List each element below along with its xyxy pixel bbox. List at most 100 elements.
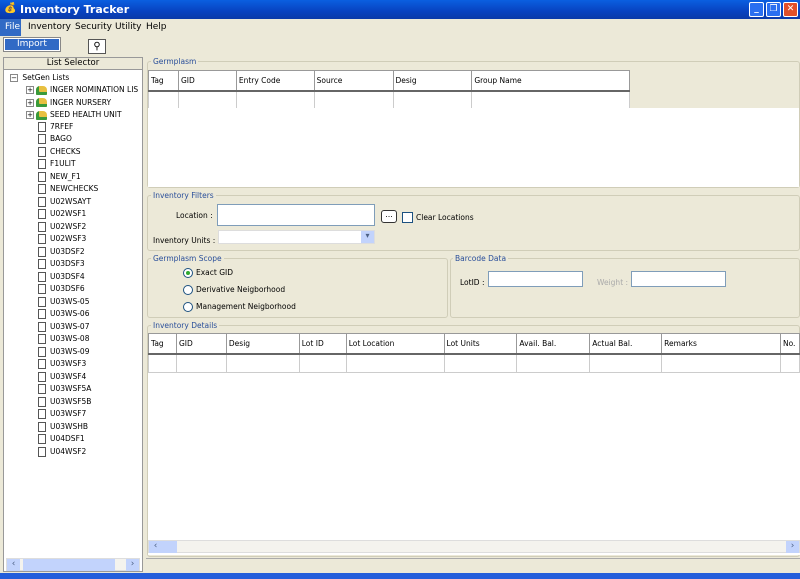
expand-icon[interactable]: +	[26, 98, 34, 107]
menu-inventory[interactable]: Inventory	[28, 22, 71, 32]
column-header[interactable]: Tag	[148, 70, 179, 92]
minimize-button[interactable]: _	[749, 2, 764, 17]
tree-list-item[interactable]: U03DSF3	[38, 259, 85, 269]
tree-list-item[interactable]: U03WS-07	[38, 321, 89, 332]
tree-list-item[interactable]: U03DSF4	[38, 271, 85, 282]
column-header[interactable]: Lot Units	[443, 333, 518, 355]
table-cell[interactable]	[235, 90, 315, 110]
expand-icon[interactable]: +	[26, 111, 34, 119]
menu-help[interactable]: Help	[146, 22, 167, 32]
tree-list-item[interactable]: F1ULIT	[38, 159, 76, 169]
column-header[interactable]: GID	[175, 333, 227, 355]
location-input[interactable]	[217, 204, 375, 226]
column-header[interactable]: Avail. Bal.	[516, 333, 591, 355]
radio-derivative-neighborhood[interactable]: Derivative Neigborhood	[183, 285, 285, 295]
column-header[interactable]: Lot ID	[298, 333, 347, 355]
menu-utility[interactable]: Utility	[115, 22, 141, 32]
column-header[interactable]: Actual Bal.	[589, 333, 663, 355]
radio-icon[interactable]	[183, 302, 193, 312]
table-cell[interactable]	[225, 353, 300, 373]
column-header[interactable]: Desig	[392, 70, 473, 92]
table-cell[interactable]	[779, 353, 800, 373]
tree-list-item[interactable]: U03WS-06	[38, 309, 89, 319]
column-header[interactable]: Lot Location	[345, 333, 445, 355]
column-header[interactable]: Remarks	[661, 333, 781, 355]
tree-list-item[interactable]: U02WSF3	[38, 234, 86, 244]
column-header[interactable]: Desig	[225, 333, 300, 355]
column-header[interactable]: GID	[177, 70, 237, 92]
radio-icon[interactable]	[183, 268, 193, 278]
tree-list-item[interactable]: 7RFEF	[38, 121, 73, 132]
tree-root[interactable]: − SetGen Lists	[10, 73, 69, 82]
tree-list-item[interactable]: U04WSF2	[38, 446, 86, 457]
tree-list-item[interactable]: U03WSF7	[38, 409, 86, 419]
tree-list-item[interactable]: NEW_F1	[38, 171, 81, 182]
table-cell[interactable]	[661, 353, 781, 373]
scroll-right-icon[interactable]: ›	[786, 541, 799, 553]
column-header[interactable]: No.	[779, 333, 800, 355]
table-cell[interactable]	[298, 353, 347, 373]
table-cell[interactable]	[177, 90, 237, 110]
table-cell[interactable]	[392, 90, 473, 110]
chevron-down-icon[interactable]: ▾	[361, 231, 374, 243]
table-cell[interactable]	[589, 353, 663, 373]
scroll-thumb[interactable]	[23, 559, 115, 571]
radio-management-neighborhood[interactable]: Management Neigborhood	[183, 302, 296, 312]
document-icon	[38, 396, 46, 407]
table-cell[interactable]	[471, 90, 630, 110]
tree-list-item[interactable]: U03WSF3	[38, 359, 86, 369]
tree-list-item[interactable]: U03WSF5B	[38, 396, 91, 407]
tree-folder[interactable]: + INGER NURSERY	[26, 98, 111, 107]
column-header[interactable]: Source	[313, 70, 394, 92]
table-cell[interactable]	[175, 353, 227, 373]
scroll-left-icon[interactable]: ‹	[7, 559, 20, 571]
details-horizontal-scrollbar[interactable]: ‹ ›	[148, 540, 800, 553]
radio-exact-gid[interactable]: Exact GID	[183, 268, 233, 278]
tree-list-item[interactable]: U02WSF1	[38, 209, 86, 219]
table-cell[interactable]	[443, 353, 518, 373]
tree-list-item[interactable]: NEWCHECKS	[38, 184, 98, 194]
tree-list-item[interactable]: U03WS-09	[38, 346, 89, 357]
inventory-units-select[interactable]: ▾	[218, 230, 375, 244]
clear-locations-checkbox[interactable]	[402, 212, 413, 223]
tree-folder-label: INGER NOMINATION LIS	[50, 85, 139, 94]
menu-file[interactable]: File	[0, 19, 21, 36]
lotid-input[interactable]	[488, 271, 583, 287]
tree-list-item[interactable]: U02WSF2	[38, 221, 86, 232]
column-header[interactable]: Entry Code	[235, 70, 315, 92]
table-cell[interactable]	[313, 90, 394, 110]
table-cell[interactable]	[345, 353, 445, 373]
table-cell[interactable]	[516, 353, 591, 373]
expand-icon[interactable]: +	[26, 86, 34, 94]
binoculars-icon[interactable]: ⚲	[88, 39, 106, 54]
tree-list-item[interactable]: BAGO	[38, 134, 72, 144]
tree-folder[interactable]: + SEED HEALTH UNIT	[26, 110, 122, 120]
tree-list-item[interactable]: U03WS-05	[38, 296, 89, 307]
tree-horizontal-scrollbar[interactable]: ‹ ›	[6, 558, 140, 571]
tree-folder[interactable]: + INGER NOMINATION LIS	[26, 85, 138, 95]
tree-list-item[interactable]: U03WSHB	[38, 421, 88, 432]
scroll-right-icon[interactable]: ›	[126, 559, 139, 571]
scroll-left-icon[interactable]: ‹	[149, 541, 162, 553]
browse-location-button[interactable]: ...	[381, 210, 397, 223]
menu-item-import[interactable]: Import	[5, 39, 59, 50]
scroll-thumb[interactable]	[162, 541, 177, 553]
menu-security[interactable]: Security	[75, 22, 112, 32]
table-cell[interactable]	[148, 353, 177, 373]
tree-list-item[interactable]: CHECKS	[38, 146, 81, 157]
radio-icon[interactable]	[183, 285, 193, 295]
table-cell[interactable]	[148, 90, 179, 110]
tree-list-item[interactable]: U04DSF1	[38, 434, 85, 444]
collapse-icon[interactable]: −	[10, 74, 18, 82]
column-header[interactable]: Group Name	[471, 70, 630, 92]
weight-input[interactable]	[631, 271, 726, 287]
tree-list-item[interactable]: U03WS-08	[38, 334, 89, 344]
tree-list-item[interactable]: U03WSF5A	[38, 384, 91, 394]
tree-list-item[interactable]: U03DSF2	[38, 246, 85, 257]
close-button[interactable]: ✕	[783, 2, 798, 17]
tree-list-item[interactable]: U03DSF6	[38, 284, 85, 294]
maximize-button[interactable]: ❐	[766, 2, 781, 17]
column-header[interactable]: Tag	[148, 333, 177, 355]
tree-list-item[interactable]: U03WSF4	[38, 371, 86, 382]
tree-list-item[interactable]: U02WSAYT	[38, 196, 91, 207]
